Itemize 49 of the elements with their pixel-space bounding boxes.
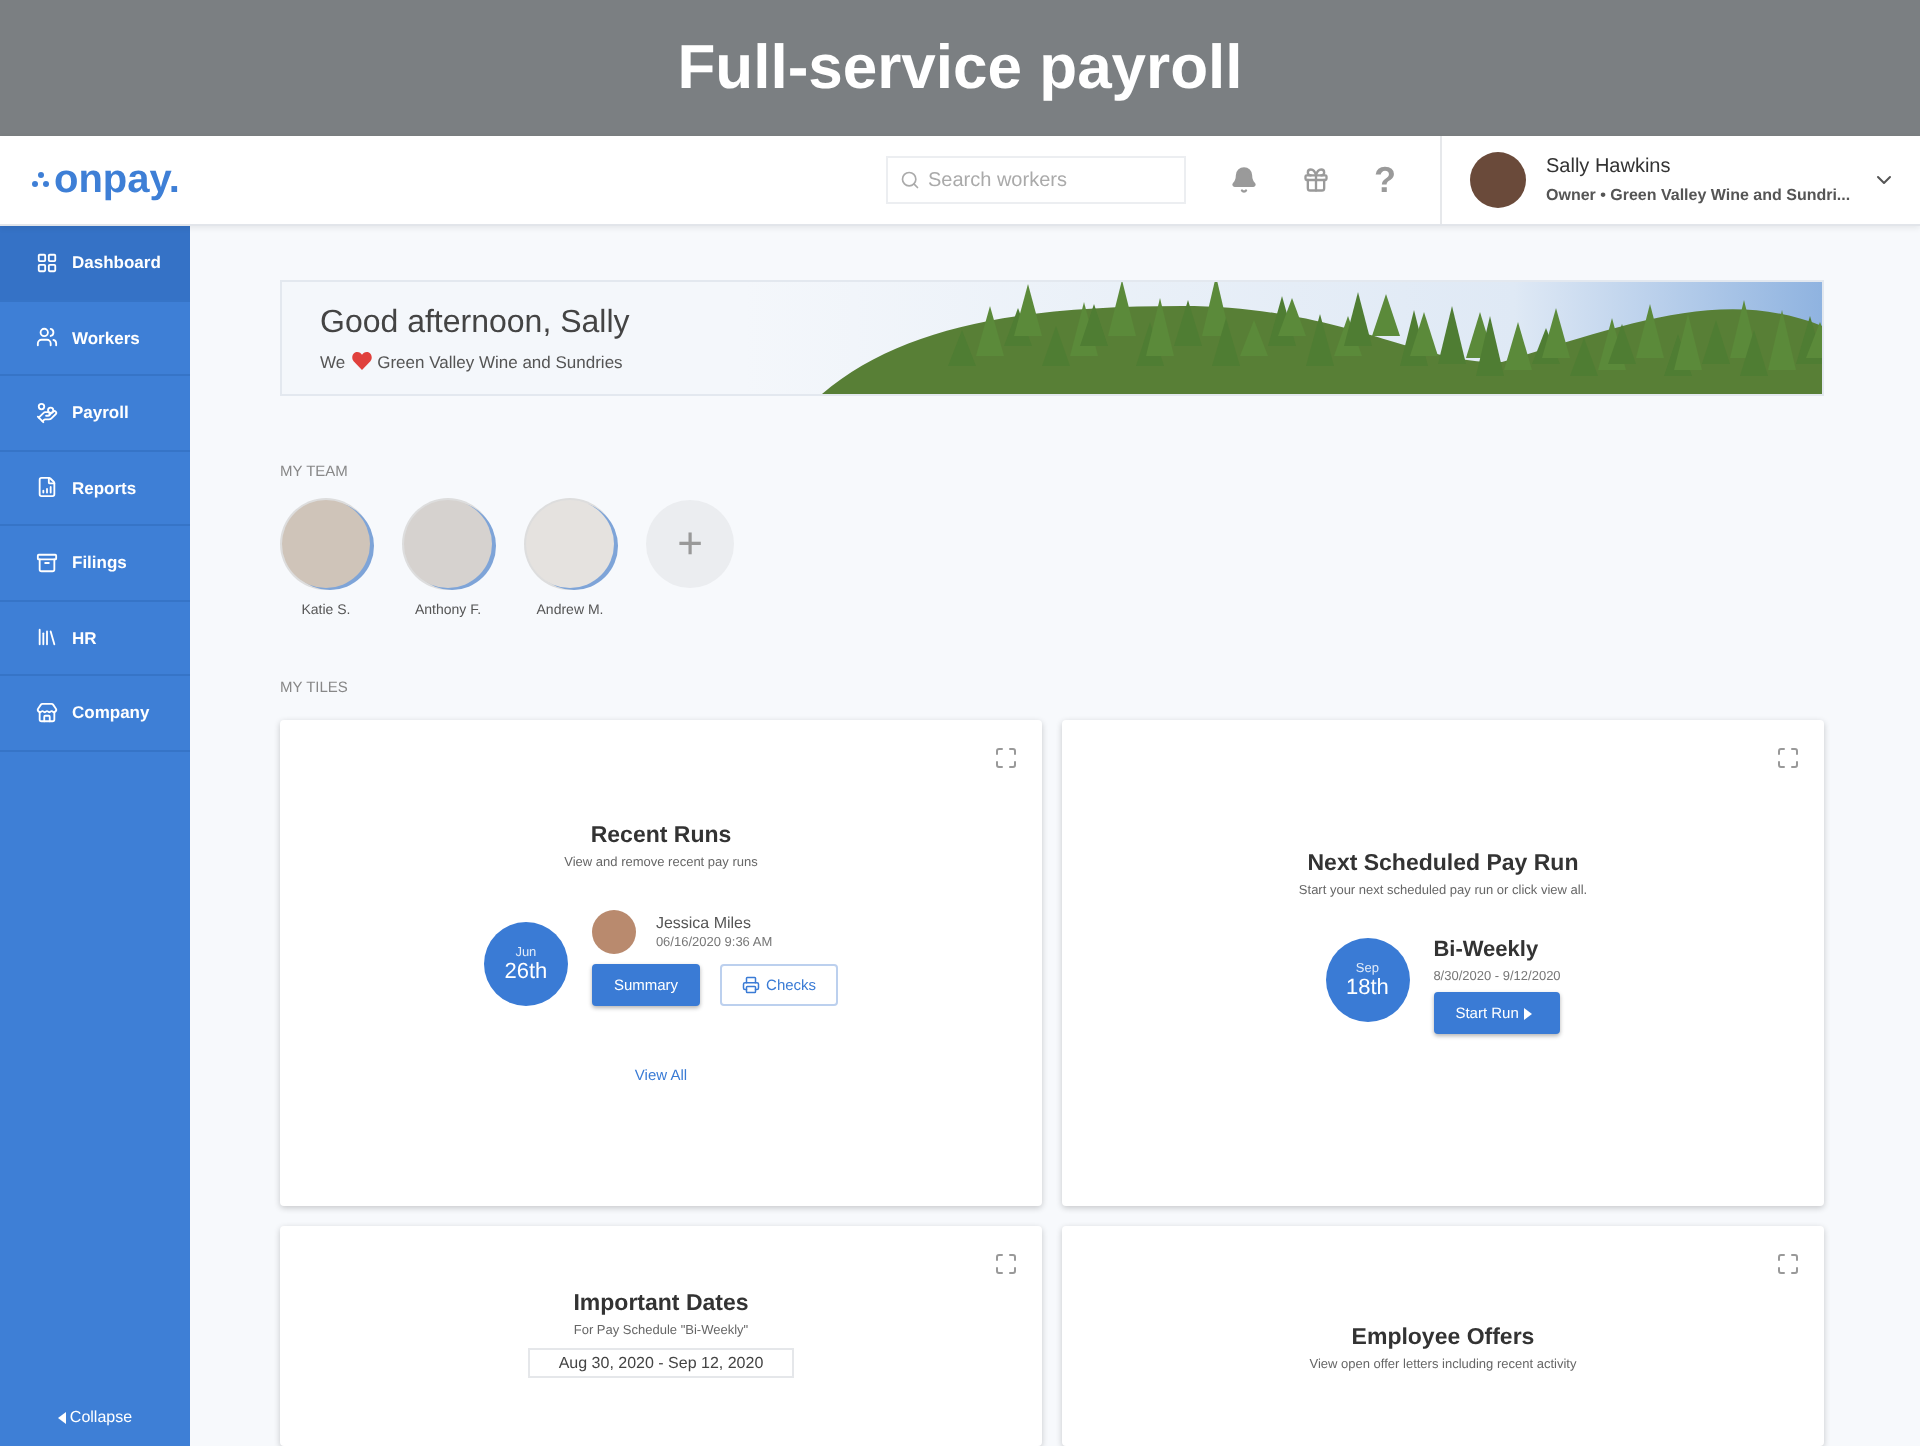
collapse-link[interactable]: Collapse: [57, 1408, 133, 1426]
sidebar-item[interactable]: HR: [0, 601, 190, 676]
person-name: Jessica Miles: [655, 914, 754, 932]
bell-icon[interactable]: [1230, 166, 1258, 194]
grid-icon: [36, 251, 58, 274]
date-day: 18th: [1345, 975, 1389, 999]
date-range-field[interactable]: Aug 30, 2020 - Sep 12, 2020: [528, 1348, 794, 1378]
printer-icon: [742, 976, 761, 994]
schedule-name: Bi-Weekly: [1433, 938, 1541, 962]
greeting-title: Good afternoon, Sally: [320, 305, 630, 341]
expand-icon[interactable]: [1776, 1252, 1800, 1276]
greeting-text: We: [320, 351, 346, 371]
sidebar-item[interactable]: Dashboard: [0, 226, 190, 301]
add-member-button[interactable]: +: [646, 500, 734, 588]
caret-icon: [57, 1411, 66, 1423]
hand-coin-icon: [36, 401, 58, 424]
people-icon: [36, 326, 58, 349]
heart-icon: [351, 352, 372, 370]
search-icon: [900, 170, 920, 190]
avatar-photo: [591, 910, 636, 954]
tile-title: Important Dates: [573, 1292, 749, 1316]
date-day: 26th: [504, 959, 548, 983]
user-role: Owner • Green Valley Wine and Sundri...: [1546, 186, 1852, 204]
tile-title: Recent Runs: [590, 824, 732, 848]
logo-text: onpay.: [54, 157, 180, 203]
logo[interactable]: onpay.: [0, 157, 190, 203]
user-name: Sally Hawkins: [1546, 156, 1673, 178]
store-icon: [36, 701, 58, 724]
dots-icon: [32, 172, 50, 188]
user-avatar: [1470, 152, 1526, 208]
sidebar-item[interactable]: Reports: [0, 451, 190, 526]
search-field[interactable]: Search workers: [886, 156, 1186, 204]
company-name: Green Valley Wine and Sundries: [377, 351, 623, 371]
document-chart-icon: [36, 476, 58, 499]
team-avatar[interactable]: [404, 500, 492, 588]
books-icon: [36, 626, 58, 649]
expand-icon[interactable]: [994, 1252, 1018, 1276]
team-avatar[interactable]: [526, 500, 614, 588]
banner-title: Full-service payroll: [677, 32, 1243, 104]
tile-title: Next Scheduled Pay Run: [1307, 852, 1579, 876]
caret-icon: [1524, 1007, 1533, 1019]
expand-icon[interactable]: [1776, 746, 1800, 770]
gift-icon[interactable]: [1302, 166, 1330, 194]
help-icon[interactable]: ?: [1374, 159, 1396, 201]
expand-icon[interactable]: [994, 746, 1018, 770]
sidebar-item[interactable]: Workers: [0, 301, 190, 376]
drawer-icon: [36, 551, 58, 574]
team-avatar[interactable]: [282, 500, 370, 588]
tile-title: Employee Offers: [1351, 1326, 1535, 1350]
